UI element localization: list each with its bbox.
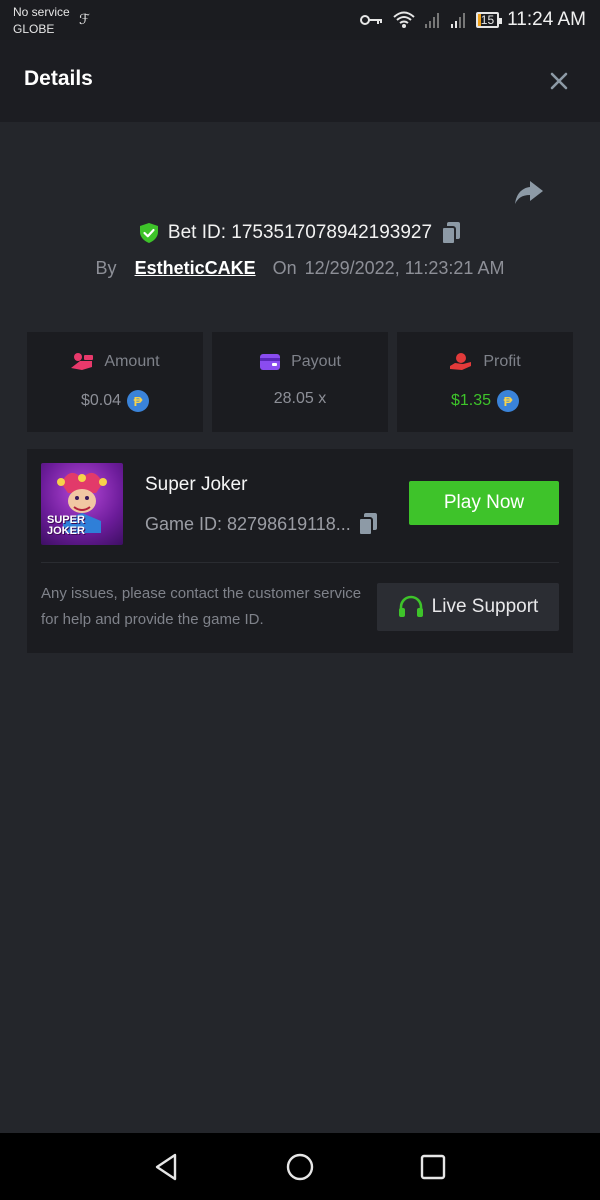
bet-id-row: Bet ID: 1753517078942193927 [0, 220, 600, 246]
share-icon [515, 181, 543, 204]
wallet-icon [260, 354, 281, 370]
back-icon[interactable] [151, 1151, 183, 1183]
copy-icon[interactable] [357, 511, 379, 537]
carrier-logo-icon: ℱ [79, 11, 91, 27]
payout-card: Payout 28.05 x [212, 332, 388, 432]
carrier-line2: GLOBE [13, 22, 55, 36]
on-label: On [272, 258, 297, 278]
recents-icon[interactable] [417, 1151, 449, 1183]
battery-level: 15 [480, 13, 495, 27]
verified-shield-icon [139, 223, 158, 243]
copy-icon[interactable] [440, 220, 462, 246]
status-icons: 15 11:24 AM [359, 8, 586, 32]
amount-icon [71, 353, 94, 370]
game-title: Super Joker [145, 474, 248, 495]
headset-icon [398, 595, 423, 617]
profit-label: Profit [483, 353, 521, 370]
amount-value: $0.04 [80, 392, 122, 409]
payout-value: 28.05 x [273, 390, 327, 407]
support-info-text: Any issues, please contact the customer … [41, 585, 362, 628]
bet-id: Bet ID: 1753517078942193927 [167, 222, 433, 243]
amount-card: Amount $0.04 ₱ [27, 332, 203, 432]
close-icon [550, 72, 568, 90]
signal-icon [424, 13, 439, 28]
home-icon[interactable] [284, 1151, 316, 1183]
live-support-label: Live Support [431, 596, 539, 617]
thumb-line2: JOKER [47, 525, 85, 537]
key-icon [359, 15, 382, 25]
game-id-row: Game ID: 82798619118... [145, 511, 379, 537]
game-card: SUPER JOKER Super Joker Game ID: 8279861… [27, 449, 573, 653]
amount-label: Amount [104, 353, 160, 370]
peso-coin-icon: ₱ [127, 390, 150, 412]
signal-icon [450, 13, 465, 28]
profit-hand-icon [450, 353, 472, 370]
peso-coin-icon: ₱ [497, 390, 520, 412]
play-now-button[interactable]: Play Now [409, 481, 559, 525]
battery-icon: 15 [475, 12, 503, 28]
carrier-info: No service GLOBE [13, 4, 70, 38]
share-button[interactable] [512, 178, 546, 208]
close-button[interactable] [544, 66, 574, 96]
profit-value: $1.35 [450, 392, 492, 409]
game-thumb-title: SUPER JOKER [47, 515, 85, 537]
payout-label: Payout [291, 353, 341, 370]
carrier-line1: No service [13, 5, 70, 19]
live-support-button[interactable]: Live Support [377, 583, 559, 631]
page-title: Details [24, 67, 93, 90]
details-header: Details [0, 40, 600, 122]
status-time: 11:24 AM [507, 9, 586, 30]
game-thumbnail[interactable]: SUPER JOKER [41, 463, 123, 545]
username-link[interactable]: EstheticCAKE [135, 258, 256, 279]
bet-datetime: 12/29/2022, 11:23:21 AM [304, 258, 505, 278]
profit-card: Profit $1.35 ₱ [397, 332, 573, 432]
status-bar: No service GLOBE ℱ 15 11:24 AM [0, 0, 600, 40]
bet-stats: Amount $0.04 ₱ Payout 28.05 x Profit $1.… [27, 332, 573, 432]
by-label: By [95, 258, 117, 278]
bet-author-row: By EstheticCAKE On 12/29/2022, 11:23:21 … [0, 258, 600, 279]
navigation-bar [0, 1133, 600, 1200]
divider [41, 562, 559, 563]
wifi-icon [393, 11, 415, 28]
game-id: Game ID: 82798619118... [145, 513, 351, 534]
